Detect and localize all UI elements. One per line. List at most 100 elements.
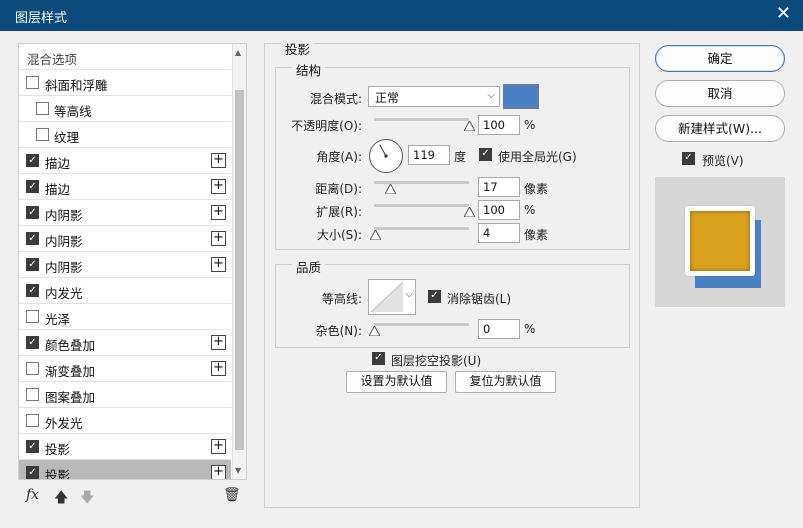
add-style-icon[interactable]: + (211, 205, 226, 220)
noise-slider-thumb[interactable] (368, 326, 380, 336)
styles-list-scrollbar[interactable]: ▲ ▼ (232, 44, 246, 479)
distance-slider-thumb[interactable] (384, 184, 396, 194)
style-checkbox[interactable]: ✓ (26, 258, 39, 271)
preview-swatch (690, 211, 750, 271)
add-style-icon[interactable]: + (211, 153, 226, 168)
style-item-label: 内阴影 (45, 208, 83, 223)
style-list-item[interactable]: ✓ 描边 + (19, 148, 231, 174)
style-item-label: 图案叠加 (45, 390, 96, 405)
spread-input[interactable]: 100 (478, 200, 520, 220)
style-checkbox[interactable] (36, 102, 49, 115)
style-list-item[interactable]: 外发光 (19, 408, 231, 434)
noise-unit: % (524, 322, 536, 336)
global-light-label: 使用全局光(G) (498, 150, 577, 164)
cancel-button[interactable]: 取消 (655, 80, 785, 107)
anti-alias-label: 消除锯齿(L) (447, 292, 512, 306)
add-style-icon[interactable]: + (211, 335, 226, 350)
style-checkbox[interactable] (36, 128, 49, 141)
noise-input[interactable]: 0 (478, 319, 520, 339)
angle-dial[interactable] (368, 138, 404, 174)
preview-label: 预览(V) (702, 154, 744, 168)
window-title: 图层样式 (15, 11, 68, 26)
opacity-input[interactable]: 100 (478, 115, 520, 135)
knockout-checkbox[interactable]: ✓ (372, 352, 385, 365)
opacity-slider[interactable] (374, 118, 469, 121)
scrollbar-thumb[interactable] (235, 90, 244, 450)
add-style-icon[interactable]: + (211, 179, 226, 194)
angle-input[interactable]: 119 (408, 145, 450, 165)
spread-slider-thumb[interactable] (463, 207, 475, 217)
style-checkbox[interactable] (26, 414, 39, 427)
style-checkbox[interactable]: ✓ (26, 336, 39, 349)
drop-shadow-title: 投影 (281, 39, 315, 58)
style-checkbox[interactable] (26, 310, 39, 323)
ok-button[interactable]: 确定 (655, 45, 785, 72)
style-list-item[interactable]: ✓ 投影 + (19, 460, 231, 479)
style-item-label: 内阴影 (45, 260, 83, 275)
chevron-down-icon: ⌵ (487, 90, 495, 101)
add-style-icon[interactable]: + (211, 361, 226, 376)
style-checkbox[interactable]: ✓ (26, 284, 39, 297)
preview-checkbox[interactable]: ✓ (682, 152, 695, 165)
close-icon[interactable]: ✕ (776, 5, 791, 23)
global-light-checkbox[interactable]: ✓ (479, 148, 492, 161)
style-item-label: 外发光 (45, 416, 83, 431)
opacity-unit: % (524, 118, 536, 132)
style-checkbox[interactable]: ✓ (26, 232, 39, 245)
add-style-icon[interactable]: + (211, 439, 226, 454)
style-checkbox[interactable]: ✓ (26, 154, 39, 167)
style-list-item[interactable]: 光泽 (19, 304, 231, 330)
style-list-item[interactable]: 纹理 (19, 122, 231, 148)
move-down-icon[interactable]: 🡇 (80, 487, 94, 511)
scroll-up-icon[interactable]: ▲ (235, 48, 241, 57)
style-item-label: 斜面和浮雕 (45, 78, 108, 93)
style-list-item[interactable]: ✓ 内发光 (19, 278, 231, 304)
size-slider[interactable] (374, 227, 469, 230)
size-slider-thumb[interactable] (370, 230, 382, 240)
blending-options-item[interactable]: 混合选项 (19, 44, 231, 70)
style-list-item[interactable]: 渐变叠加 + (19, 356, 231, 382)
contour-picker[interactable]: ⌵ (368, 279, 416, 315)
set-default-button[interactable]: 设置为默认值 (346, 371, 447, 393)
add-style-icon[interactable]: + (211, 257, 226, 272)
noise-slider[interactable] (374, 323, 469, 326)
styles-list-panel: 混合选项 斜面和浮雕 等高线 纹理 ✓ 描边 + ✓ 描边 + ✓ 内阴影 + ✓ 内阴影 + ✓ 内阴影 + ✓ 内… (18, 43, 247, 480)
size-input[interactable]: 4 (478, 223, 520, 243)
preview-frame (685, 206, 755, 276)
spread-label: 扩展(R): (316, 205, 362, 219)
add-style-icon[interactable]: + (211, 231, 226, 246)
shadow-color-swatch[interactable] (503, 84, 539, 109)
style-list-item[interactable]: ✓ 描边 + (19, 174, 231, 200)
distance-label: 距离(D): (315, 182, 362, 196)
style-checkbox[interactable]: ✓ (26, 206, 39, 219)
spread-slider[interactable] (374, 204, 469, 207)
style-checkbox[interactable]: ✓ (26, 466, 39, 479)
style-checkbox[interactable] (26, 76, 39, 89)
blend-mode-select[interactable]: 正常 ⌵ (368, 86, 500, 107)
style-checkbox[interactable]: ✓ (26, 440, 39, 453)
size-label: 大小(S): (316, 228, 362, 242)
style-list-item[interactable]: ✓ 内阴影 + (19, 200, 231, 226)
reset-default-button[interactable]: 复位为默认值 (455, 371, 556, 393)
style-list-item[interactable]: 图案叠加 (19, 382, 231, 408)
scroll-down-icon[interactable]: ▼ (235, 466, 241, 475)
structure-title: 结构 (292, 60, 326, 79)
style-list-item[interactable]: ✓ 内阴影 + (19, 226, 231, 252)
style-list-item[interactable]: ✓ 投影 + (19, 434, 231, 460)
move-up-icon[interactable]: 🡅 (54, 487, 68, 511)
style-list-item[interactable]: 等高线 (19, 96, 231, 122)
new-style-button[interactable]: 新建样式(W)... (655, 115, 785, 142)
style-list-item[interactable]: 斜面和浮雕 (19, 70, 231, 96)
style-checkbox[interactable] (26, 388, 39, 401)
fx-icon[interactable]: fx (26, 487, 39, 503)
style-checkbox[interactable]: ✓ (26, 180, 39, 193)
trash-icon[interactable]: 🗑 (223, 487, 241, 503)
style-checkbox[interactable] (26, 362, 39, 375)
distance-input[interactable]: 17 (478, 177, 520, 197)
add-style-icon[interactable]: + (211, 465, 226, 479)
style-list-item[interactable]: ✓ 内阴影 + (19, 252, 231, 278)
style-list-item[interactable]: ✓ 颜色叠加 + (19, 330, 231, 356)
opacity-slider-thumb[interactable] (463, 121, 475, 131)
anti-alias-checkbox[interactable]: ✓ (428, 290, 441, 303)
style-item-label: 描边 (45, 182, 71, 197)
